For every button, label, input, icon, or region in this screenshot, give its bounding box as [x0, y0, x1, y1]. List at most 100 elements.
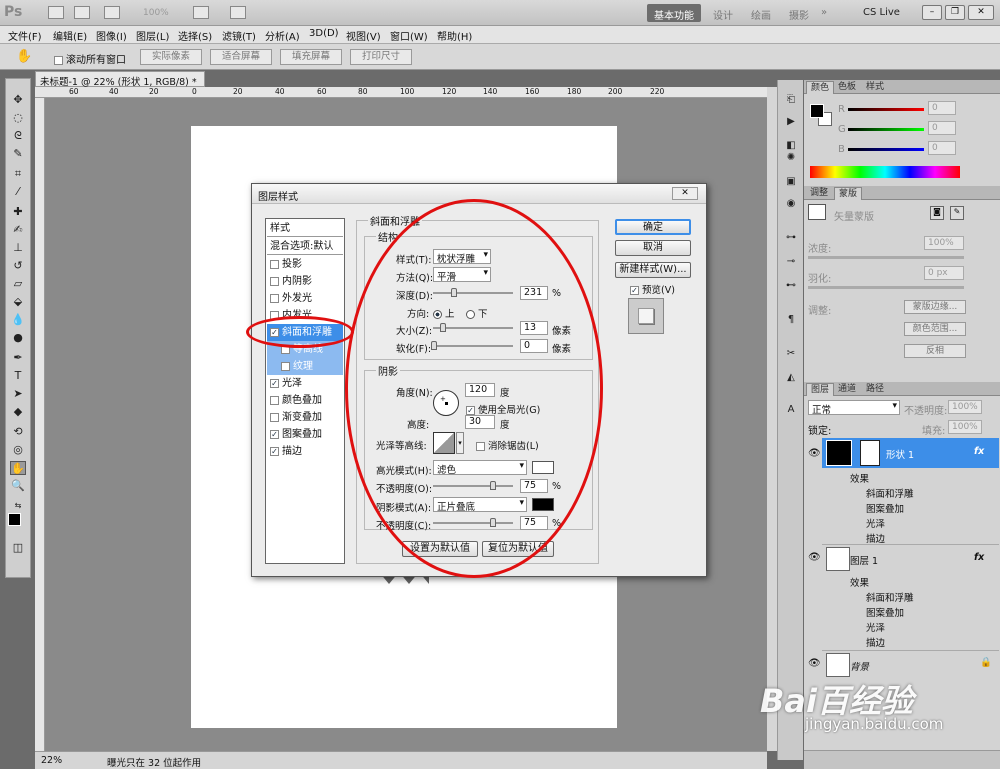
style-item-texture[interactable]: 纹理	[267, 358, 343, 375]
foreground-color-swatch[interactable]	[810, 104, 824, 118]
pen-tool-icon[interactable]: ✒	[10, 351, 26, 365]
style-item-inner-shadow[interactable]: 内阴影	[267, 273, 343, 290]
menu-window[interactable]: 窗口(W)	[390, 28, 428, 43]
shape-tool-icon[interactable]: ◆	[10, 405, 26, 419]
menu-image[interactable]: 图像(I)	[96, 28, 127, 43]
layer-name[interactable]: 形状 1	[886, 447, 914, 461]
channels-icon[interactable]: ⊷	[783, 280, 799, 294]
move-tool-icon[interactable]: ✥	[10, 93, 26, 107]
visibility-eye-icon[interactable]: 👁	[808, 552, 821, 563]
workspace-essentials[interactable]: 基本功能	[647, 4, 701, 22]
quick-select-tool-icon[interactable]: ✎	[10, 147, 26, 161]
mask-edge-button[interactable]: 蒙版边缘...	[904, 300, 966, 314]
menu-view[interactable]: 视图(V)	[346, 28, 381, 43]
paint-bucket-tool-icon[interactable]: ⬙	[10, 295, 26, 309]
healing-brush-tool-icon[interactable]: ✚	[10, 205, 26, 219]
fx-badge[interactable]: fx	[974, 446, 984, 457]
minimize-icon[interactable]: –	[922, 5, 942, 20]
layer-fill-value[interactable]: 100%	[948, 420, 982, 434]
layer-row-shape1[interactable]: 形状 1 fx	[822, 438, 999, 468]
tool-presets-icon[interactable]: ▣	[783, 176, 799, 190]
tab-masks[interactable]: 蒙版	[834, 187, 863, 200]
close-icon[interactable]: ✕	[968, 5, 994, 20]
masks-icon[interactable]: ⊸	[783, 256, 799, 270]
zoom-percentage[interactable]: 22%	[41, 755, 62, 766]
history-icon[interactable]: ⎗	[783, 94, 799, 108]
style-item-stroke[interactable]: ✓ 描边	[267, 443, 343, 460]
color-spectrum-bar[interactable]	[810, 166, 960, 178]
clone-source-icon[interactable]: ◉	[783, 198, 799, 212]
bridge-icon[interactable]	[48, 6, 64, 19]
menu-layer[interactable]: 图层(L)	[136, 28, 169, 43]
vector-mask-icon[interactable]: ✎	[950, 206, 964, 220]
effect-item[interactable]: 光泽	[866, 516, 885, 530]
paragraph-icon[interactable]: ¶	[783, 314, 799, 328]
actions-icon[interactable]: ▶	[783, 116, 799, 130]
actual-pixels-button[interactable]: 实际像素	[140, 49, 202, 65]
tab-layers[interactable]: 图层	[806, 383, 835, 396]
visibility-eye-icon[interactable]: 👁	[808, 448, 821, 459]
preview-checkbox[interactable]: ✓ 预览(V)	[630, 282, 675, 296]
effect-item[interactable]: 光泽	[866, 620, 885, 634]
cs-live-button[interactable]: CS Live	[856, 4, 907, 22]
restore-icon[interactable]: ❐	[945, 5, 965, 20]
style-item-drop-shadow[interactable]: 投影	[267, 256, 343, 273]
zoom-level[interactable]: 100%	[143, 8, 169, 18]
tab-styles[interactable]: 样式	[862, 81, 888, 94]
eyedropper-tool-icon[interactable]: ⁄	[10, 185, 26, 199]
menu-help[interactable]: 帮助(H)	[437, 28, 472, 43]
density-value[interactable]: 100%	[924, 236, 964, 250]
tab-adjustments[interactable]: 调整	[806, 187, 832, 200]
effect-item[interactable]: 描边	[866, 635, 885, 649]
crop-tool-icon[interactable]: ⌗	[10, 167, 26, 181]
channel-g-value[interactable]: 0	[928, 121, 956, 135]
marquee-tool-icon[interactable]: ◌	[10, 111, 26, 125]
menu-filter[interactable]: 滤镜(T)	[222, 28, 256, 43]
zoom-tool-icon[interactable]: 🔍	[10, 479, 26, 493]
screen-mode-icon[interactable]	[230, 6, 246, 19]
mini-bridge-icon[interactable]	[74, 6, 90, 19]
blend-options-default[interactable]: 混合选项:默认	[267, 238, 343, 255]
ok-button[interactable]: 确定	[615, 219, 691, 235]
vertical-scrollbar[interactable]	[767, 87, 777, 751]
visibility-eye-icon[interactable]: 👁	[808, 658, 821, 669]
3d-orbit-tool-icon[interactable]: ◎	[10, 443, 26, 457]
print-size-button[interactable]: 打印尺寸	[350, 49, 412, 65]
menu-3d[interactable]: 3D(D)	[309, 28, 339, 39]
character-icon[interactable]: A	[783, 404, 799, 418]
clone-stamp-tool-icon[interactable]: ⊥	[10, 241, 26, 255]
path-selection-tool-icon[interactable]: ➤	[10, 387, 26, 401]
navigator-icon[interactable]: ✂	[783, 348, 799, 362]
dialog-close-icon[interactable]: ✕	[672, 187, 698, 200]
menu-analysis[interactable]: 分析(A)	[265, 28, 300, 43]
menu-edit[interactable]: 编辑(E)	[53, 28, 87, 43]
arrange-documents-icon[interactable]	[193, 6, 209, 19]
invert-button[interactable]: 反相	[904, 344, 966, 358]
menu-select[interactable]: 选择(S)	[178, 28, 212, 43]
style-item-pattern-overlay[interactable]: ✓ 图案叠加	[267, 426, 343, 443]
layer-name[interactable]: 背景	[850, 659, 869, 673]
brush-presets-icon[interactable]: ✺	[783, 152, 799, 166]
swap-colors-icon[interactable]: ⇆	[10, 499, 26, 513]
fit-screen-button[interactable]: 适合屏幕	[210, 49, 272, 65]
tab-channels[interactable]: 通道	[834, 383, 860, 396]
history-brush-tool-icon[interactable]: ↺	[10, 259, 26, 273]
layer-name[interactable]: 图层 1	[850, 553, 878, 567]
pixel-mask-icon[interactable]: ◙	[930, 206, 944, 220]
menu-file[interactable]: 文件(F)	[8, 28, 42, 43]
tab-paths[interactable]: 路径	[862, 383, 888, 396]
fx-badge[interactable]: fx	[974, 552, 984, 563]
blur-tool-icon[interactable]: 💧	[10, 313, 26, 327]
channel-r-value[interactable]: 0	[928, 101, 956, 115]
histogram-icon[interactable]: ◭	[783, 372, 799, 386]
hand-tool-icon[interactable]: ✋	[16, 49, 32, 64]
effect-item[interactable]: 图案叠加	[866, 501, 904, 515]
foreground-color-swatch[interactable]	[8, 513, 21, 526]
hand-tool-icon[interactable]: ✋	[10, 461, 26, 475]
effect-item[interactable]: 描边	[866, 531, 885, 545]
cancel-button[interactable]: 取消	[615, 240, 691, 256]
type-tool-icon[interactable]: T	[10, 369, 26, 383]
3d-rotate-tool-icon[interactable]: ⟲	[10, 425, 26, 439]
feather-slider[interactable]	[808, 286, 964, 289]
workspace-more[interactable]: »	[814, 4, 834, 22]
